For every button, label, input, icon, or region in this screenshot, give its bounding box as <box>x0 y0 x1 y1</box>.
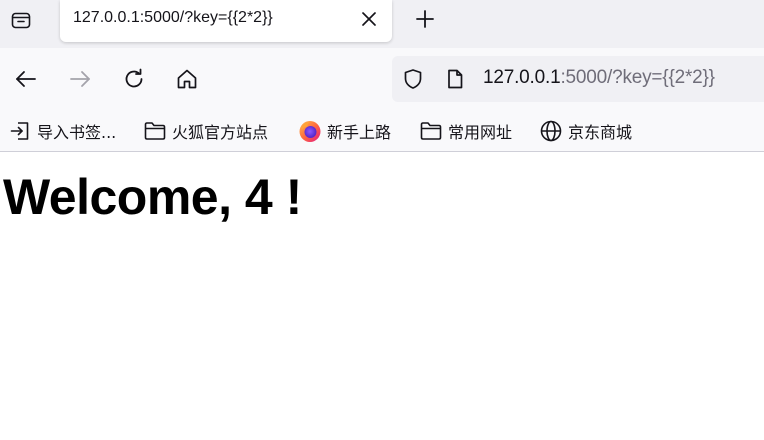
home-button[interactable] <box>172 64 202 94</box>
tab-overview-icon <box>11 12 31 29</box>
welcome-heading: Welcome, 4 ! <box>3 169 302 225</box>
tab-strip: 127.0.0.1:5000/?key={{2*2}} <box>0 0 764 48</box>
address-bar[interactable]: 127.0.0.1:5000/?key={{2*2}} <box>392 56 764 102</box>
site-info-button[interactable] <box>444 68 466 90</box>
bookmark-label: 导入书签... <box>37 123 117 142</box>
url-host: 127.0.0.1 <box>483 67 561 88</box>
new-tab-button[interactable] <box>410 4 440 34</box>
url-text[interactable]: 127.0.0.1:5000/?key={{2*2}} <box>483 67 715 89</box>
firefox-logo-icon <box>298 119 322 143</box>
bookmark-getting-started[interactable]: 新手上路 <box>298 118 391 144</box>
folder-icon <box>143 119 167 143</box>
shield-icon <box>404 69 422 89</box>
bookmark-jd[interactable]: 京东商城 <box>539 118 632 144</box>
reload-icon <box>125 68 143 88</box>
reload-button[interactable] <box>119 64 149 94</box>
navigation-toolbar: 127.0.0.1:5000/?key={{2*2}} <box>0 48 764 110</box>
active-tab[interactable]: 127.0.0.1:5000/?key={{2*2}} <box>60 0 392 42</box>
bookmark-label: 常用网址 <box>448 123 513 142</box>
tab-list-button[interactable] <box>0 0 42 40</box>
close-icon <box>362 12 376 26</box>
tracking-protection-button[interactable] <box>402 68 424 90</box>
page-content: Welcome, 4 ! <box>0 152 764 440</box>
bookmarks-toolbar: 导入书签... 火狐官方站点 新手上路 常用网址 京东商城 <box>0 110 764 152</box>
home-icon <box>177 69 197 89</box>
bookmark-label: 火狐官方站点 <box>172 123 269 142</box>
plus-icon <box>416 10 434 28</box>
bookmark-label: 新手上路 <box>327 123 392 142</box>
forward-button[interactable] <box>65 64 95 94</box>
import-icon <box>8 119 32 143</box>
bookmark-firefox-official[interactable]: 火狐官方站点 <box>143 118 268 144</box>
url-path: :5000/?key={{2*2}} <box>560 67 715 88</box>
globe-icon <box>539 119 563 143</box>
tab-close-button[interactable] <box>356 6 382 32</box>
bookmark-common-sites[interactable]: 常用网址 <box>419 118 512 144</box>
tab-title: 127.0.0.1:5000/?key={{2*2}} <box>73 9 273 26</box>
back-arrow-icon <box>16 71 36 87</box>
folder-icon <box>419 119 443 143</box>
page-icon <box>448 69 463 89</box>
forward-arrow-icon <box>70 71 90 87</box>
bookmark-import[interactable]: 导入书签... <box>8 118 116 144</box>
back-button[interactable] <box>11 64 41 94</box>
bookmark-label: 京东商城 <box>568 123 633 142</box>
